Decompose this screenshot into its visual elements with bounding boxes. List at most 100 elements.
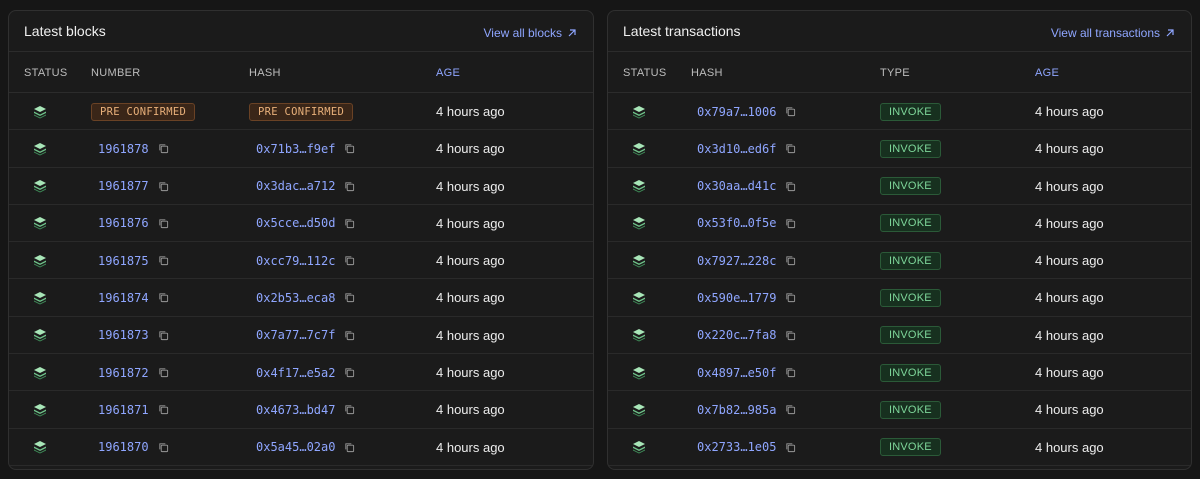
column-hash: HASH	[249, 67, 281, 79]
copy-icon[interactable]	[344, 218, 355, 229]
copy-icon[interactable]	[344, 255, 355, 266]
block-hash-link[interactable]: 0x3dac…a712	[256, 179, 335, 193]
table-row[interactable]: 0x7b82…985a INVOKE 4 hours ago	[608, 391, 1191, 429]
copy-icon[interactable]	[158, 404, 169, 415]
block-number-link[interactable]: 1961874	[98, 291, 149, 305]
tx-hash-link[interactable]: 0x7927…228c	[697, 254, 776, 268]
block-hash-link[interactable]: 0x4673…bd47	[256, 403, 335, 417]
copy-icon[interactable]	[158, 367, 169, 378]
copy-icon[interactable]	[344, 292, 355, 303]
block-number-link[interactable]: 1961873	[98, 328, 149, 342]
status-cell	[32, 391, 48, 428]
tx-hash-link[interactable]: 0x220c…7fa8	[697, 328, 776, 342]
block-hash-link[interactable]: 0x2b53…eca8	[256, 291, 335, 305]
invoke-badge: INVOKE	[880, 102, 941, 121]
copy-icon[interactable]	[158, 143, 169, 154]
table-row[interactable]: 0x2733…1e05 INVOKE 4 hours ago	[608, 429, 1191, 466]
block-hash-link[interactable]: 0x5a45…02a0	[256, 440, 335, 454]
table-row[interactable]: 0x7927…228c INVOKE 4 hours ago	[608, 242, 1191, 280]
copy-icon[interactable]	[344, 330, 355, 341]
copy-icon[interactable]	[785, 218, 796, 229]
copy-icon[interactable]	[785, 106, 796, 117]
tx-hash-link[interactable]: 0x79a7…1006	[697, 105, 776, 119]
view-all-blocks-link[interactable]: View all blocks	[484, 26, 578, 40]
table-row[interactable]: 0x3d10…ed6f INVOKE 4 hours ago	[608, 130, 1191, 168]
tx-hash-link[interactable]: 0x590e…1779	[697, 291, 776, 305]
table-row[interactable]: 0x30aa…d41c INVOKE 4 hours ago	[608, 168, 1191, 205]
age-cell: 4 hours ago	[1035, 317, 1104, 354]
table-row[interactable]: 1961870 0x5a45…02a0 4 hours ago	[9, 429, 593, 466]
tx-hash-link[interactable]: 0x2733…1e05	[697, 440, 776, 454]
block-number-link[interactable]: 1961875	[98, 254, 149, 268]
block-hash-cell: 0x7a77…7c7f	[256, 317, 355, 354]
block-number-link[interactable]: 1961878	[98, 142, 149, 156]
status-cell	[631, 242, 647, 279]
table-row[interactable]: 0x4897…e50f INVOKE 4 hours ago	[608, 354, 1191, 392]
table-row[interactable]: 1961874 0x2b53…eca8 4 hours ago	[9, 279, 593, 317]
tx-hash-link[interactable]: 0x4897…e50f	[697, 366, 776, 380]
layers-icon	[633, 217, 645, 230]
table-row[interactable]: 1961878 0x71b3…f9ef 4 hours ago	[9, 130, 593, 168]
block-hash-link[interactable]: 0x71b3…f9ef	[256, 142, 335, 156]
copy-icon[interactable]	[344, 442, 355, 453]
block-number-link[interactable]: 1961877	[98, 179, 149, 193]
layers-icon	[34, 329, 46, 342]
copy-icon[interactable]	[158, 255, 169, 266]
table-header: STATUS HASH TYPE AGE	[608, 51, 1191, 93]
copy-icon[interactable]	[158, 218, 169, 229]
copy-icon[interactable]	[785, 255, 796, 266]
copy-icon[interactable]	[158, 330, 169, 341]
copy-icon[interactable]	[785, 442, 796, 453]
block-number-link[interactable]: 1961872	[98, 366, 149, 380]
tx-hash-link[interactable]: 0x7b82…985a	[697, 403, 776, 417]
table-row[interactable]: 1961872 0x4f17…e5a2 4 hours ago	[9, 354, 593, 392]
copy-icon[interactable]	[344, 181, 355, 192]
table-row[interactable]: 0x79a7…1006 INVOKE 4 hours ago	[608, 93, 1191, 131]
copy-icon[interactable]	[344, 404, 355, 415]
block-number-cell: 1961870	[98, 429, 169, 466]
panel-header: Latest blocks View all blocks	[9, 11, 593, 51]
table-row[interactable]: 1961873 0x7a77…7c7f 4 hours ago	[9, 317, 593, 355]
copy-icon[interactable]	[785, 404, 796, 415]
copy-icon[interactable]	[158, 442, 169, 453]
table-row[interactable]: 1961877 0x3dac…a712 4 hours ago	[9, 168, 593, 205]
block-number-link[interactable]: 1961870	[98, 440, 149, 454]
block-hash-link[interactable]: 0x4f17…e5a2	[256, 366, 335, 380]
age-cell: 4 hours ago	[1035, 130, 1104, 167]
table-row[interactable]: 0x53f0…0f5e INVOKE 4 hours ago	[608, 205, 1191, 243]
copy-icon[interactable]	[785, 143, 796, 154]
age-cell: 4 hours ago	[436, 205, 505, 242]
block-hash-link[interactable]: 0xcc79…112c	[256, 254, 335, 268]
layers-icon	[633, 441, 645, 454]
table-row[interactable]: 1961871 0x4673…bd47 4 hours ago	[9, 391, 593, 429]
status-cell	[631, 354, 647, 391]
block-hash-link[interactable]: 0x5cce…d50d	[256, 216, 335, 230]
copy-icon[interactable]	[785, 292, 796, 303]
table-row[interactable]: 1961875 0xcc79…112c 4 hours ago	[9, 242, 593, 280]
table-header: STATUS NUMBER HASH AGE	[9, 51, 593, 93]
table-row[interactable]: PRE CONFIRMED PRE CONFIRMED 4 hours ago	[9, 93, 593, 131]
copy-icon[interactable]	[158, 292, 169, 303]
column-age[interactable]: AGE	[436, 67, 460, 79]
status-cell	[631, 429, 647, 466]
block-number-link[interactable]: 1961876	[98, 216, 149, 230]
copy-icon[interactable]	[344, 367, 355, 378]
copy-icon[interactable]	[344, 143, 355, 154]
copy-icon[interactable]	[158, 181, 169, 192]
copy-icon[interactable]	[785, 330, 796, 341]
age-cell: 4 hours ago	[1035, 205, 1104, 242]
table-row[interactable]: 0x590e…1779 INVOKE 4 hours ago	[608, 279, 1191, 317]
block-number-cell: 1961872	[98, 354, 169, 391]
block-number-link[interactable]: 1961871	[98, 403, 149, 417]
table-row[interactable]: 1961876 0x5cce…d50d 4 hours ago	[9, 205, 593, 243]
view-all-transactions-link[interactable]: View all transactions	[1051, 26, 1176, 40]
column-age[interactable]: AGE	[1035, 67, 1059, 79]
tx-hash-link[interactable]: 0x53f0…0f5e	[697, 216, 776, 230]
tx-hash-link[interactable]: 0x3d10…ed6f	[697, 142, 776, 156]
table-row[interactable]: 0x220c…7fa8 INVOKE 4 hours ago	[608, 317, 1191, 355]
copy-icon[interactable]	[785, 367, 796, 378]
block-hash-link[interactable]: 0x7a77…7c7f	[256, 328, 335, 342]
copy-icon[interactable]	[785, 181, 796, 192]
tx-hash-link[interactable]: 0x30aa…d41c	[697, 179, 776, 193]
tx-type-cell: INVOKE	[880, 205, 941, 242]
